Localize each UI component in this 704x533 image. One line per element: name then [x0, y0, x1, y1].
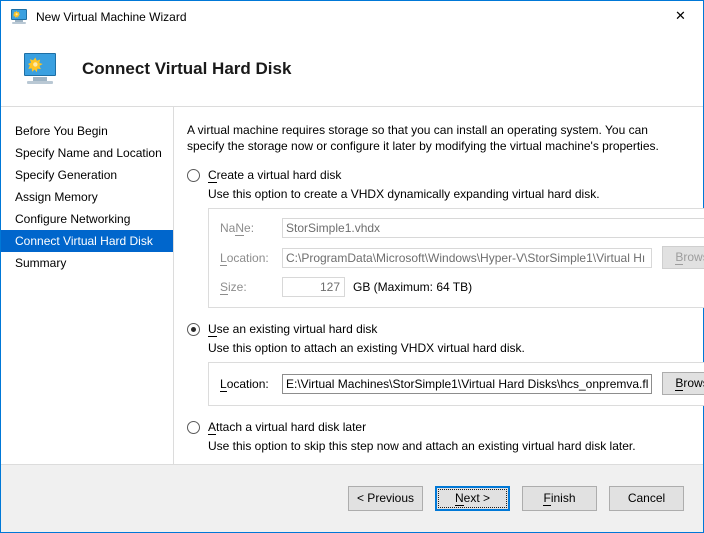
cancel-button[interactable]: Cancel — [609, 486, 684, 511]
new-virtual-machine-wizard-window: New Virtual Machine Wizard ✕ Connect Vir… — [0, 0, 704, 533]
sidebar-item-summary[interactable]: Summary — [1, 252, 173, 274]
label-post: ocation: — [226, 376, 269, 391]
sidebar-item-before-you-begin[interactable]: Before You Begin — [1, 120, 173, 142]
virtual-machine-icon — [11, 8, 27, 25]
size-field-row: Size: 127 GB (Maximum: 64 TB) — [220, 277, 704, 297]
sidebar-item-specify-name-and-location[interactable]: Specify Name and Location — [1, 142, 173, 164]
attach-later-option-description: Use this option to skip this step now an… — [208, 439, 636, 453]
wizard-body: Before You Begin Specify Name and Locati… — [1, 107, 704, 464]
intro-text: A virtual machine requires storage so th… — [187, 123, 659, 153]
radio-create-indicator[interactable] — [187, 169, 200, 182]
label-rest: se an existing virtual hard disk — [216, 322, 378, 336]
label-post: rowse... — [683, 376, 704, 390]
name-input: StorSimple1.vhdx — [282, 218, 704, 238]
page-title: Connect Virtual Hard Disk — [82, 59, 292, 78]
label-post: rowse... — [683, 250, 704, 264]
sidebar-item-specify-generation[interactable]: Specify Generation — [1, 164, 173, 186]
radio-create-virtual-hard-disk[interactable]: Create a virtual hard disk — [187, 168, 704, 183]
label-pre: Na — [220, 221, 236, 235]
radio-use-existing-virtual-hard-disk[interactable]: Use an existing virtual hard disk — [187, 322, 704, 337]
accel-char: A — [208, 420, 217, 435]
label-post: inish — [550, 491, 576, 505]
name-field-label: NaNe: — [220, 221, 282, 236]
sidebar-item-connect-virtual-hard-disk[interactable]: Connect Virtual Hard Disk — [1, 230, 173, 252]
accel-char: F — [543, 491, 551, 506]
accel-char: U — [208, 322, 217, 337]
label-pre: < P — [356, 491, 376, 505]
accel-char: N — [235, 221, 245, 236]
close-icon[interactable]: ✕ — [658, 1, 703, 31]
radio-attach-disk-later[interactable]: Attach a virtual hard disk later — [187, 420, 704, 435]
location-field-label: Location: — [220, 250, 282, 266]
finish-button[interactable]: Finish — [522, 486, 597, 511]
existing-disk-fields-group: Location: E:\Virtual Machines\StorSimple… — [208, 362, 704, 406]
label-post: ocation: — [226, 250, 269, 265]
title-bar: New Virtual Machine Wizard ✕ — [1, 1, 703, 32]
browse-button-create: Browse... — [662, 246, 704, 269]
radio-attach-later-indicator[interactable] — [187, 421, 200, 434]
existing-location-field-row: Location: E:\Virtual Machines\StorSimple… — [220, 372, 704, 395]
existing-option-description: Use this option to attach an existing VH… — [208, 341, 525, 355]
location-field-row: Location: C:\ProgramData\Microsoft\Windo… — [220, 246, 704, 269]
location-input: C:\ProgramData\Microsoft\Windows\Hyper-V… — [282, 247, 653, 268]
label-post: e: — [244, 221, 255, 235]
radio-use-existing-label: Use an existing virtual hard disk — [208, 322, 378, 337]
wizard-header: Connect Virtual Hard Disk — [1, 32, 703, 107]
label-rest: reate a virtual hard disk — [216, 168, 342, 182]
radio-attach-later-label: Attach a virtual hard disk later — [208, 420, 367, 435]
window-title: New Virtual Machine Wizard — [36, 9, 187, 24]
name-field-row: NaNe: StorSimple1.vhdx — [220, 218, 704, 238]
existing-location-label: Location: — [220, 376, 282, 392]
accel-char: L — [220, 376, 227, 392]
radio-create-label: Create a virtual hard disk — [208, 168, 342, 183]
radio-use-existing-indicator[interactable] — [187, 323, 200, 336]
create-option-description: Use this option to create a VHDX dynamic… — [208, 187, 600, 201]
size-field-label: Size: — [220, 280, 282, 295]
sidebar-item-assign-memory[interactable]: Assign Memory — [1, 186, 173, 208]
label-post: revious — [375, 491, 415, 505]
wizard-footer: < Previous Next > Finish Cancel — [1, 464, 703, 532]
previous-button[interactable]: < Previous — [348, 486, 423, 511]
accel-char: N — [454, 491, 464, 506]
wizard-content: A virtual machine requires storage so th… — [174, 107, 704, 464]
label-post: ize: — [228, 280, 247, 294]
label-rest: ttach a virtual hard disk later — [216, 420, 367, 434]
size-units-label: GB (Maximum: 64 TB) — [353, 280, 473, 294]
accel-char: S — [220, 280, 229, 295]
sidebar-item-configure-networking[interactable]: Configure Networking — [1, 208, 173, 230]
virtual-machine-icon — [24, 53, 56, 85]
accel-char: L — [220, 250, 227, 266]
existing-location-input[interactable]: E:\Virtual Machines\StorSimple1\Virtual … — [282, 373, 653, 394]
label-post: ext > — [463, 491, 491, 505]
wizard-steps-sidebar: Before You Begin Specify Name and Locati… — [1, 107, 174, 464]
accel-char: C — [208, 168, 217, 183]
browse-button-existing[interactable]: Browse... — [662, 372, 704, 395]
create-disk-fields-group: NaNe: StorSimple1.vhdx Location: C:\Prog… — [208, 208, 704, 308]
size-input: 127 — [282, 277, 345, 297]
next-button[interactable]: Next > — [435, 486, 510, 511]
